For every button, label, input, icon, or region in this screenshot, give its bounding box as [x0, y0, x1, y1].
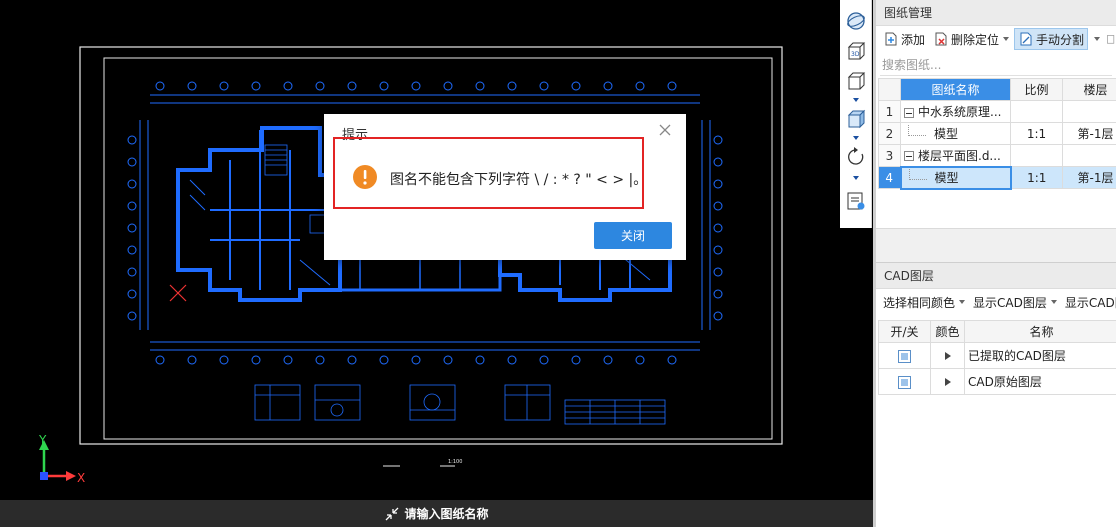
tree-connector [908, 125, 926, 136]
drawing-floor [1062, 100, 1116, 123]
cad-panel-title: CAD图层 [876, 263, 1116, 289]
table-row[interactable]: CAD原始图层 [878, 368, 1116, 395]
layer-name: CAD原始图层 [964, 368, 1116, 395]
table-row[interactable]: 2 模型 1:1 第-1层 [878, 122, 1116, 145]
col-floor[interactable]: 楼层 [1062, 78, 1116, 101]
row-number: 2 [878, 122, 901, 145]
row-number: 4 [878, 166, 901, 189]
chevron-down-icon[interactable] [851, 134, 861, 142]
manual-split-icon [1020, 32, 1032, 46]
cad-layer-table: 开/关 颜色 名称 已提取的CAD图层 CAD原始图层 [878, 320, 1116, 395]
orbit-view-icon[interactable] [845, 10, 867, 32]
chevron-down-icon[interactable] [851, 174, 861, 182]
layer-toggle-checkbox[interactable] [898, 375, 911, 389]
drawing-table-header: 图纸名称 比例 楼层 [878, 78, 1116, 101]
rotate-icon[interactable] [845, 146, 867, 168]
svg-text:3D: 3D [851, 51, 860, 58]
select-same-color-button[interactable]: 选择相同颜色 [880, 291, 968, 313]
collapse-toggle-icon[interactable] [904, 107, 914, 118]
cad-table-header: 开/关 颜色 名称 [878, 320, 1116, 343]
row-number: 1 [878, 100, 901, 123]
col-drawing-name[interactable]: 图纸名称 [900, 78, 1011, 101]
alert-dialog: 提示 图名不能包含下列字符 \ / : * ? " < > |。 关闭 [324, 114, 686, 260]
show-cad-truncated-button[interactable]: 显示CAD图 [1062, 291, 1116, 313]
copy-icon[interactable] [1106, 31, 1116, 47]
col-color[interactable]: 颜色 [930, 320, 965, 343]
add-drawing-button[interactable]: 添加 [880, 28, 928, 50]
collapse-arrows-icon[interactable] [384, 506, 400, 522]
drawing-name: 中水系统原理... [918, 105, 1002, 119]
layer-display-icon[interactable] [845, 190, 867, 212]
drawing-name: 模型 [934, 127, 959, 141]
col-layer-name[interactable]: 名称 [964, 320, 1116, 343]
table-row[interactable]: 已提取的CAD图层 [878, 342, 1116, 369]
col-scale[interactable]: 比例 [1010, 78, 1063, 101]
close-icon[interactable] [658, 123, 672, 137]
drawing-panel-title: 图纸管理 [876, 0, 1116, 26]
axis-y-label: Y [38, 433, 47, 447]
cad-toolbar: 选择相同颜色 显示CAD图层 显示CAD图 [876, 289, 1116, 315]
command-prompt-text: 请输入图纸名称 [404, 507, 489, 521]
drawing-floor [1062, 144, 1116, 167]
expand-arrow-icon[interactable] [944, 352, 951, 360]
manual-split-dropdown[interactable] [1094, 37, 1101, 41]
view-tool-strip: 3D [840, 0, 872, 228]
row-number: 3 [878, 144, 901, 167]
cube-view-icon[interactable] [845, 70, 867, 92]
delete-locate-icon [935, 32, 947, 46]
select-same-color-label: 选择相同颜色 [883, 295, 956, 310]
drawing-search-input[interactable]: 搜索图纸... [880, 54, 1112, 76]
add-icon [885, 32, 897, 46]
panel-spacer [876, 228, 1116, 262]
show-cad-layer-button[interactable]: 显示CAD图层 [970, 291, 1060, 313]
axis-x-label: X [77, 471, 85, 485]
layer-name: 已提取的CAD图层 [964, 342, 1116, 369]
drawing-table: 图纸名称 比例 楼层 1 中水系统原理... 2 模型 1:1 第-1层 3 楼… [878, 78, 1116, 190]
warning-icon [353, 165, 377, 189]
delete-locate-label: 删除定位 [951, 32, 1000, 47]
table-row-selected[interactable]: 4 模型 1:1 第-1层 [878, 165, 1116, 190]
panel-gap [840, 228, 873, 500]
title-block-scale: 1:100 [448, 459, 462, 465]
drawing-scale [1010, 100, 1063, 123]
cad-layer-panel: CAD图层 选择相同颜色 显示CAD图层 显示CAD图 开/关 颜色 名称 已提… [876, 262, 1116, 527]
layer-toggle-checkbox[interactable] [898, 349, 911, 363]
show-cad-layer-label: 显示CAD图层 [973, 295, 1047, 310]
drawing-scale: 1:1 [1010, 122, 1063, 145]
drawing-floor: 第-1层 [1062, 122, 1116, 145]
collapse-toggle-icon[interactable] [904, 151, 914, 162]
drawing-name: 楼层平面图.d... [918, 148, 1001, 163]
close-button[interactable]: 关闭 [594, 222, 672, 249]
dialog-message: 图名不能包含下列字符 \ / : * ? " < > |。 [390, 172, 648, 188]
chevron-down-icon[interactable] [851, 96, 861, 104]
drawing-name: 模型 [934, 171, 959, 185]
3d-view-icon[interactable]: 3D [845, 40, 867, 62]
right-panel: 图纸管理 添加 删除定位 手动分割 搜索图纸... 图纸名称 比例 楼层 1 中… [876, 0, 1116, 527]
tree-connector [908, 169, 927, 180]
manual-split-button[interactable]: 手动分割 [1014, 28, 1089, 50]
delete-locate-button[interactable]: 删除定位 [930, 28, 1012, 50]
message-highlight-box: 图名不能包含下列字符 \ / : * ? " < > |。 [333, 137, 648, 209]
drawing-toolbar: 添加 删除定位 手动分割 [876, 26, 1116, 52]
table-row[interactable]: 1 中水系统原理... [878, 100, 1116, 123]
drawing-scale [1010, 144, 1063, 167]
command-status-bar: 请输入图纸名称 [0, 500, 873, 527]
col-on-off[interactable]: 开/关 [878, 320, 931, 343]
expand-arrow-icon[interactable] [944, 378, 951, 386]
drawing-floor: 第-1层 [1062, 166, 1116, 189]
table-row[interactable]: 3 楼层平面图.d... [878, 144, 1116, 167]
add-label: 添加 [901, 32, 926, 47]
manual-split-label: 手动分割 [1036, 32, 1085, 47]
shaded-cube-icon[interactable] [845, 108, 867, 130]
show-cad-truncated-label: 显示CAD图 [1064, 295, 1116, 310]
drawing-scale: 1:1 [1010, 166, 1063, 189]
